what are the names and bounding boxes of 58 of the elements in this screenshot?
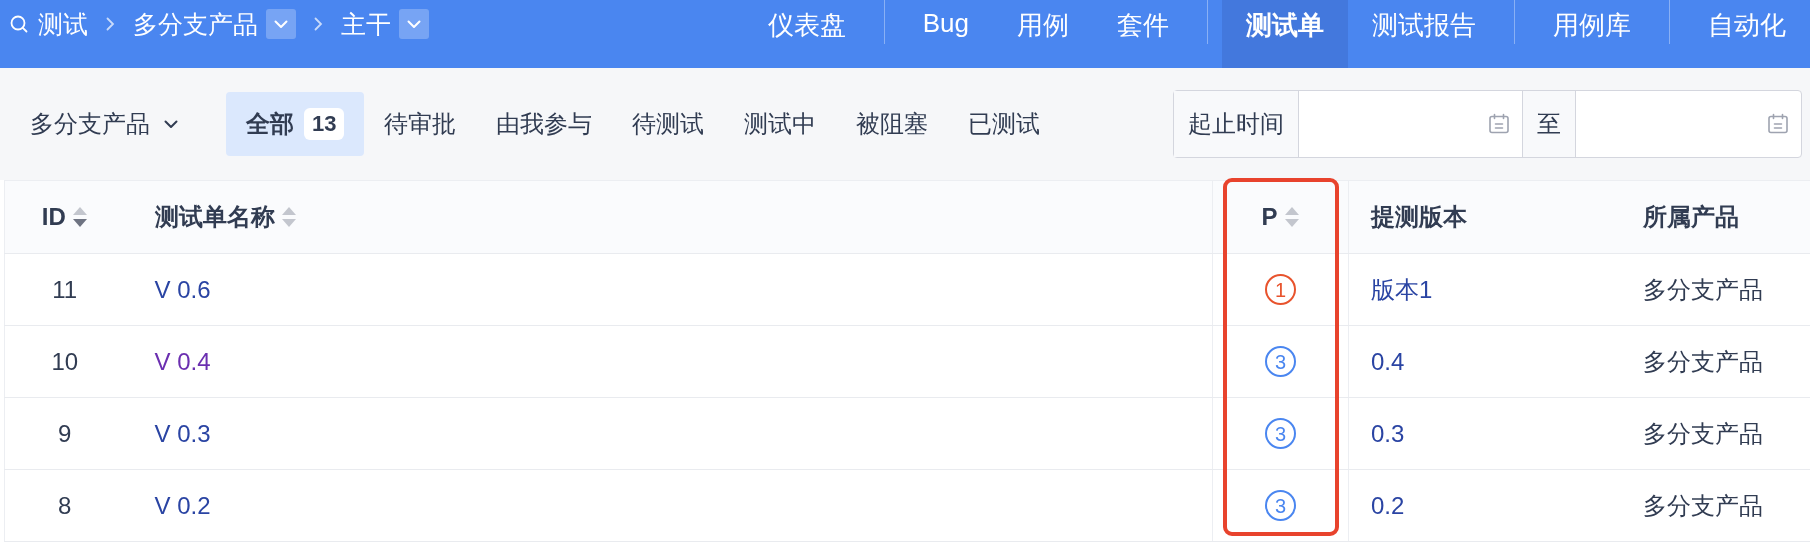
product-text: 多分支产品 bbox=[1642, 275, 1763, 303]
nav-tab[interactable]: Bug bbox=[898, 0, 993, 68]
nav-tab[interactable]: 测试报告 bbox=[1348, 0, 1500, 68]
priority-badge: 1 bbox=[1265, 274, 1296, 305]
name-link[interactable]: V 0.6 bbox=[154, 275, 211, 303]
product-text: 多分支产品 bbox=[1642, 419, 1763, 447]
breadcrumb-link[interactable]: 主干 bbox=[341, 7, 391, 41]
breadcrumb-link[interactable]: 测试 bbox=[38, 7, 88, 41]
id-text: 8 bbox=[58, 491, 72, 519]
calendar-icon[interactable] bbox=[1488, 113, 1510, 135]
priority-badge: 3 bbox=[1265, 418, 1296, 449]
nav-tab[interactable]: 自动化 bbox=[1684, 0, 1810, 68]
build-link[interactable]: 0.3 bbox=[1371, 419, 1405, 447]
filter-tab[interactable]: 待测试 bbox=[612, 92, 725, 156]
build-link[interactable]: 0.2 bbox=[1371, 491, 1405, 519]
build-link[interactable]: 版本1 bbox=[1371, 275, 1433, 303]
chevron-down-icon bbox=[407, 19, 421, 29]
filter-tab[interactable]: 全部 13 bbox=[226, 92, 365, 156]
nav-tab[interactable]: 测试单 bbox=[1222, 0, 1348, 68]
name-link[interactable]: V 0.4 bbox=[154, 347, 211, 375]
column-header[interactable]: 测试单名称 bbox=[154, 201, 275, 233]
search-icon[interactable] bbox=[10, 15, 28, 33]
filter-tab[interactable]: 被阻塞 bbox=[836, 92, 949, 156]
range-separator: 至 bbox=[1523, 91, 1575, 157]
chevron-right-icon bbox=[314, 17, 323, 31]
id-text: 11 bbox=[52, 275, 78, 303]
filter-tab[interactable]: 由我参与 bbox=[476, 92, 613, 156]
column-header: 提测版本 bbox=[1371, 202, 1467, 232]
filter-tab[interactable]: 测试中 bbox=[724, 92, 837, 156]
dropdown-button[interactable] bbox=[399, 9, 429, 39]
nav-tab[interactable]: 用例库 bbox=[1529, 0, 1655, 68]
id-text: 9 bbox=[58, 419, 72, 447]
dropdown-button[interactable] bbox=[266, 9, 296, 39]
breadcrumb-link[interactable]: 多分支产品 bbox=[133, 7, 258, 41]
nav-tab[interactable]: 套件 bbox=[1093, 0, 1193, 68]
column-header[interactable]: P bbox=[1261, 203, 1278, 231]
product-dropdown[interactable]: 多分支产品 bbox=[30, 108, 178, 140]
calendar-icon[interactable] bbox=[1767, 113, 1789, 135]
product-text: 多分支产品 bbox=[1642, 347, 1763, 375]
product-text: 多分支产品 bbox=[1642, 491, 1763, 519]
chevron-down-icon bbox=[274, 19, 288, 29]
id-text: 10 bbox=[51, 347, 79, 375]
nav-tab[interactable]: 用例 bbox=[993, 0, 1093, 68]
column-header: 所属产品 bbox=[1642, 202, 1739, 232]
filter-tab[interactable]: 待审批 bbox=[364, 92, 477, 156]
sort-icon[interactable] bbox=[71, 206, 88, 228]
filter-tab[interactable]: 已测试 bbox=[948, 92, 1061, 156]
date-range-label: 起止时间 bbox=[1174, 91, 1298, 157]
chevron-right-icon bbox=[106, 17, 115, 31]
chevron-down-icon bbox=[164, 119, 178, 129]
priority-badge: 3 bbox=[1265, 490, 1296, 521]
column-header[interactable]: ID bbox=[41, 203, 66, 231]
name-link[interactable]: V 0.2 bbox=[154, 491, 211, 519]
count-badge: 13 bbox=[304, 108, 345, 140]
priority-badge: 3 bbox=[1265, 346, 1296, 377]
nav-tab[interactable]: 仪表盘 bbox=[743, 0, 870, 68]
build-link[interactable]: 0.4 bbox=[1371, 347, 1405, 375]
name-link[interactable]: V 0.3 bbox=[154, 419, 211, 447]
